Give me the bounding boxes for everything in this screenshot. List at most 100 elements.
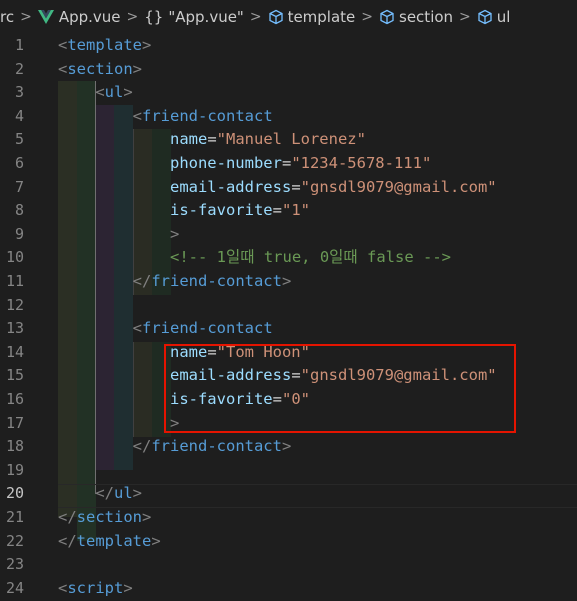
breadcrumb: rc > App.vue > {} "App.vue" > template >… [0, 0, 577, 34]
code-line[interactable]: <!-- 1일때 true, 0일때 false --> [58, 246, 451, 270]
code-token: friend-contact [151, 272, 282, 290]
code-token: email-address [169, 177, 292, 196]
code-line[interactable]: > [58, 223, 179, 247]
code-token: "1234-5678-111" [291, 154, 432, 172]
code-line[interactable]: name="Manuel Lorenez" [58, 128, 366, 152]
breadcrumb-item-app-vue[interactable]: App.vue [37, 8, 121, 26]
code-editor[interactable]: 1 <template> 2 <section> 3 <ul> 4 <friend-con… [0, 34, 577, 601]
code-token: "1" [281, 201, 310, 220]
code-token: name [169, 130, 208, 149]
line-number: 5 [14, 130, 24, 149]
line-number: 6 [14, 154, 24, 172]
annotation-highlight-box [164, 344, 516, 433]
code-token: friend-contact [142, 106, 273, 125]
line-number: 10 [5, 248, 24, 267]
code-token: template [67, 36, 142, 54]
code-token: = [207, 130, 217, 149]
code-line[interactable]: phone-number="1234-5678-111" [58, 152, 431, 176]
cube-icon [268, 9, 283, 25]
code-token: < [58, 59, 68, 78]
code-token: ul [114, 484, 133, 503]
code-token: > [151, 531, 161, 550]
code-token: friend-contact [151, 437, 282, 456]
breadcrumb-label: App.vue [58, 8, 121, 26]
line-number: 21 [5, 508, 24, 526]
code-token: > [169, 224, 180, 243]
code-token: friend-contact [142, 319, 273, 338]
code-line[interactable]: <ul> [58, 81, 133, 105]
line-number: 7 [14, 177, 24, 196]
chevron-right-icon: > [249, 9, 262, 25]
chevron-right-icon: > [126, 9, 139, 25]
line-number: 1 [14, 36, 24, 54]
code-token: </ [58, 531, 77, 550]
code-token: > [132, 59, 143, 78]
breadcrumb-label: template [287, 8, 356, 26]
breadcrumb-label: rc [0, 8, 15, 26]
line-number: 3 [14, 83, 24, 102]
code-token: > [142, 36, 152, 54]
line-number: 12 [5, 295, 24, 314]
code-token: </ [132, 437, 152, 456]
line-number: 13 [5, 319, 24, 338]
code-token: > [281, 272, 292, 290]
code-token: > [123, 83, 133, 102]
vue-icon [37, 10, 54, 24]
code-line[interactable]: <friend-contact [58, 317, 273, 341]
breadcrumb-item-app-vue-object[interactable]: {} "App.vue" [144, 8, 244, 26]
code-token: < [58, 36, 68, 54]
chevron-right-icon: > [459, 9, 471, 25]
code-line[interactable]: <section> [58, 58, 142, 82]
line-number: 22 [5, 531, 24, 550]
code-token: section [76, 508, 142, 526]
code-token: < [58, 578, 68, 597]
line-number: 20 [5, 484, 24, 503]
breadcrumb-item-src[interactable]: rc [0, 8, 14, 26]
code-token: section [67, 59, 133, 78]
code-token: <!-- 1일때 true, 0일때 false --> [169, 248, 451, 267]
code-token: ul [104, 83, 124, 102]
code-token: is-favorite [169, 201, 273, 220]
code-line[interactable]: <script> [58, 577, 133, 601]
code-line[interactable]: > [58, 412, 179, 436]
breadcrumb-item-section[interactable]: section [379, 8, 453, 26]
code-line[interactable]: email-address="gnsdl9079@gmail.com" [58, 176, 497, 200]
chevron-right-icon: > [20, 9, 32, 25]
code-token: > [132, 484, 143, 503]
code-token: "Manuel Lorenez" [216, 130, 366, 149]
code-line[interactable]: <friend-contact [58, 105, 273, 129]
code-token: > [142, 508, 152, 526]
code-line[interactable]: </template> [58, 530, 161, 554]
code-token: > [281, 437, 292, 456]
code-line[interactable]: </friend-contact> [58, 270, 292, 294]
code-line[interactable]: <template> [58, 34, 151, 58]
line-number: 14 [5, 342, 24, 361]
code-line[interactable]: </section> [58, 506, 151, 530]
code-token: </ [132, 272, 152, 290]
breadcrumb-item-template[interactable]: template [268, 8, 356, 26]
code-line[interactable]: </ul> [58, 482, 142, 506]
code-line[interactable]: </friend-contact> [58, 435, 292, 459]
line-number: 2 [14, 59, 24, 78]
code-token: </ [58, 508, 77, 526]
breadcrumb-label: ul [496, 8, 511, 26]
code-line[interactable]: is-favorite="1" [58, 199, 310, 223]
chevron-right-icon: > [361, 9, 374, 25]
breadcrumb-label: "App.vue" [168, 8, 244, 26]
code-token: = [281, 154, 292, 172]
breadcrumb-item-ul[interactable]: ul [477, 8, 511, 26]
braces-icon: {} [144, 8, 164, 26]
